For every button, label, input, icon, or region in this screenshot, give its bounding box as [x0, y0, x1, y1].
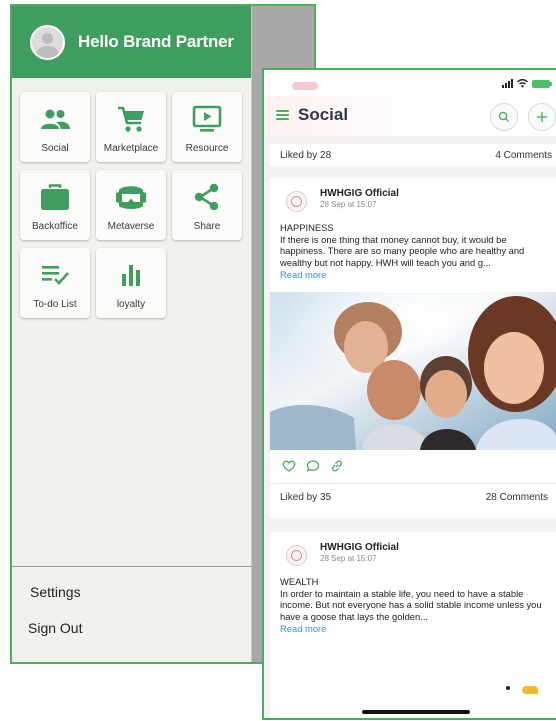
brand-logo-icon[interactable]: [286, 191, 307, 212]
settings-link[interactable]: Settings: [30, 584, 81, 600]
comments-count[interactable]: 28 Comments: [486, 492, 548, 503]
likes-count[interactable]: Liked by 35: [280, 492, 331, 503]
people-icon: [41, 109, 70, 129]
brand-logo-icon[interactable]: [286, 545, 307, 566]
post-author[interactable]: HWHGIG Official: [320, 542, 399, 553]
post-header: HWHGIG Official 28 Sep at 15:07: [270, 532, 556, 576]
post-body: WEALTH In order to maintain a stable lif…: [270, 576, 556, 635]
tile-social[interactable]: Social: [20, 92, 90, 162]
tile-label: Marketplace: [103, 143, 159, 154]
checklist-icon: [42, 266, 69, 285]
tile-label: To-do List: [33, 299, 77, 310]
tile-loyalty[interactable]: loyalty: [96, 248, 166, 318]
menu-tile-grid: Social Marketplace Resource Backoffice M…: [20, 92, 246, 318]
post-card: HWHGIG Official 28 Sep at 15:07 HAPPINES…: [270, 178, 556, 518]
tile-label: Social: [41, 143, 69, 154]
vr-headset-icon: [116, 186, 146, 209]
post-author[interactable]: HWHGIG Official: [320, 188, 399, 199]
tile-label: loyalty: [116, 299, 146, 310]
drawer-header: Hello Brand Partner: [12, 6, 251, 78]
briefcase-icon: [41, 184, 69, 210]
floating-chat-icon[interactable]: [522, 686, 538, 694]
post-card: HWHGIG Official 28 Sep at 15:07 WEALTH I…: [270, 532, 556, 718]
dot-indicator: [506, 686, 510, 690]
app-bar: Social: [264, 96, 556, 136]
add-post-button[interactable]: [528, 103, 556, 131]
previous-post-stats: Liked by 28 4 Comments: [270, 144, 556, 166]
tile-label: Resource: [185, 143, 229, 154]
tile-marketplace[interactable]: Marketplace: [96, 92, 166, 162]
cart-icon: [118, 106, 144, 132]
wifi-icon: [517, 79, 528, 88]
tile-resource[interactable]: Resource: [172, 92, 242, 162]
post-body: HAPPINESS If there is one thing that mon…: [270, 222, 556, 281]
plus-icon: [537, 112, 547, 122]
status-pill: [292, 82, 318, 90]
signal-icon: [502, 79, 513, 88]
read-more-link[interactable]: Read more: [280, 269, 548, 281]
tile-label: Share: [193, 221, 221, 232]
post-heading: WEALTH: [280, 576, 319, 587]
search-icon: [498, 111, 509, 122]
sign-out-link[interactable]: Sign Out: [28, 620, 82, 636]
social-screen: Social Liked by 28 4 Comments HWHGIG Off…: [262, 68, 556, 720]
post-heading: HAPPINESS: [280, 222, 334, 233]
status-icons: [502, 79, 552, 88]
comment-icon[interactable]: [306, 459, 320, 473]
share-icon: [194, 183, 219, 211]
social-feed[interactable]: Liked by 28 4 Comments HWHGIG Official 2…: [264, 136, 556, 718]
tile-share[interactable]: Share: [172, 170, 242, 240]
family-photo-image: [270, 292, 556, 450]
tile-label: Metaverse: [107, 221, 155, 232]
post-time: 28 Sep at 15:07: [320, 200, 377, 209]
search-button[interactable]: [490, 103, 518, 131]
tile-backoffice[interactable]: Backoffice: [20, 170, 90, 240]
menu-icon[interactable]: [276, 110, 289, 120]
post-stats: Liked by 35 28 Comments: [280, 492, 548, 503]
link-icon[interactable]: [330, 459, 344, 473]
post-time: 28 Sep at 15:07: [320, 554, 377, 563]
post-photo[interactable]: [270, 292, 556, 450]
post-actions: [282, 459, 344, 473]
page-title: Social: [298, 105, 349, 124]
post-divider: [270, 483, 556, 484]
tile-label: Backoffice: [32, 221, 78, 232]
post-header: HWHGIG Official 28 Sep at 15:07: [270, 178, 556, 222]
post-text: In order to maintain a stable life, you …: [280, 587, 542, 622]
monitor-play-icon: [192, 105, 222, 132]
drawer-panel: Hello Brand Partner Social Marketplace R…: [12, 6, 252, 662]
battery-icon: [532, 79, 552, 88]
comments-count[interactable]: 4 Comments: [495, 150, 552, 161]
status-bar: [264, 70, 556, 96]
tile-metaverse[interactable]: Metaverse: [96, 170, 166, 240]
read-more-link[interactable]: Read more: [280, 623, 548, 635]
bar-chart-icon: [122, 265, 140, 286]
drawer-divider: [12, 566, 252, 567]
tile-todo-list[interactable]: To-do List: [20, 248, 90, 318]
home-indicator[interactable]: [362, 710, 470, 714]
greeting-text: Hello Brand Partner: [78, 32, 234, 51]
heart-icon[interactable]: [282, 459, 296, 473]
avatar[interactable]: [30, 24, 65, 60]
post-text: If there is one thing that money cannot …: [280, 233, 525, 268]
likes-count[interactable]: Liked by 28: [280, 150, 331, 161]
